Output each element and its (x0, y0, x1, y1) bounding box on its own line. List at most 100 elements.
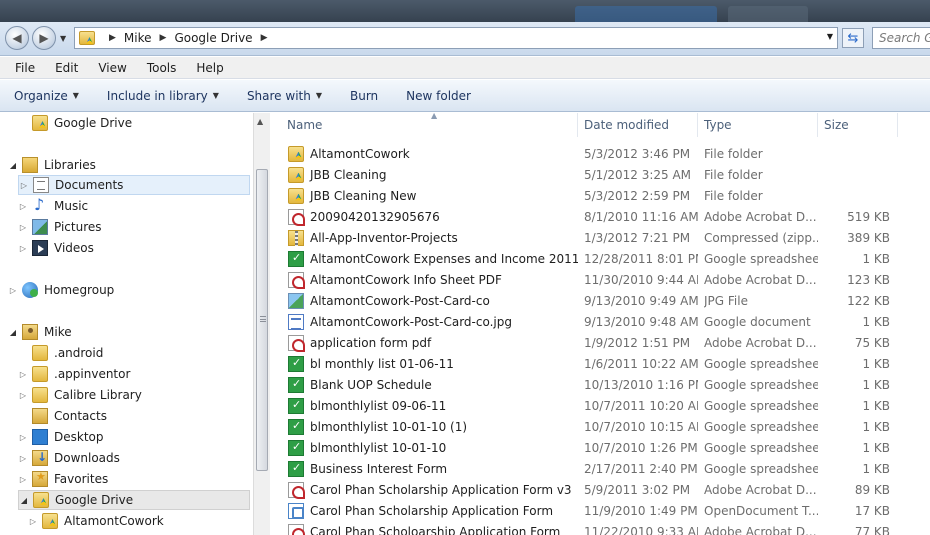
file-row[interactable]: All-App-Inventor-Projects 1/3/2012 7:21 P… (271, 227, 930, 248)
column-header-size[interactable]: Size (818, 113, 898, 137)
breadcrumb-mike[interactable]: Mike (124, 31, 152, 45)
nav-item-altamontcowork[interactable]: ▷ AltamontCowork (28, 511, 164, 531)
file-name-cell[interactable]: JBB Cleaning New (288, 185, 578, 206)
file-row[interactable]: Carol Phan Scholoarship Application Form… (271, 521, 930, 535)
file-row[interactable]: Carol Phan Scholarship Application Form … (271, 479, 930, 500)
breadcrumb-chevron-icon[interactable]: ▶ (109, 33, 116, 43)
collapsed-triangle-icon[interactable]: ▷ (18, 391, 28, 400)
collapsed-triangle-icon[interactable]: ▷ (18, 244, 28, 253)
collapsed-triangle-icon[interactable]: ▷ (18, 475, 28, 484)
file-row[interactable]: JBB Cleaning 5/1/2012 3:25 AM File folder (271, 164, 930, 185)
search-input[interactable]: Search Go (872, 27, 930, 49)
file-name-cell[interactable]: AltamontCowork-Post-Card-co (288, 290, 578, 311)
collapsed-triangle-icon[interactable]: ▷ (18, 433, 28, 442)
navigation-scrollbar[interactable]: ▲ (253, 113, 270, 535)
breadcrumb-chevron-icon[interactable]: ▶ (261, 33, 268, 43)
file-row[interactable]: AltamontCowork-Post-Card-co 9/13/2010 9:4… (271, 290, 930, 311)
file-name-cell[interactable]: bl monthly list 01-06-11 (288, 353, 578, 374)
file-row[interactable]: 20090420132905676 8/1/2010 11:16 AM Adobe … (271, 206, 930, 227)
file-row[interactable]: blmonthlylist 10-01-10 10/7/2010 1:26 PM G… (271, 437, 930, 458)
file-name-cell[interactable]: JBB Cleaning (288, 164, 578, 185)
nav-item-google-drive[interactable]: ◢ Google Drive (18, 490, 250, 510)
file-row[interactable]: blmonthlylist 10-01-10 (1) 10/7/2010 10:1… (271, 416, 930, 437)
column-header-type[interactable]: Type (698, 113, 818, 137)
file-name-cell[interactable]: Carol Phan Scholoarship Application Form (288, 521, 578, 535)
column-header-date[interactable]: Date modified (578, 113, 698, 137)
file-name: blmonthlylist 10-01-10 (1) (310, 419, 468, 434)
file-name-cell[interactable]: Business Interest Form (288, 458, 578, 479)
organize-button[interactable]: Organize ▼ (14, 89, 79, 103)
recent-pages-dropdown-icon[interactable]: ▼ (60, 34, 66, 43)
nav-item-favorites[interactable]: ▷ Favorites (18, 469, 108, 489)
breadcrumb-chevron-icon[interactable]: ▶ (160, 33, 167, 43)
collapsed-triangle-icon[interactable]: ▷ (28, 517, 38, 526)
scroll-up-icon[interactable]: ▲ (257, 117, 263, 126)
menu-tools[interactable]: Tools (144, 60, 180, 76)
nav-item-music[interactable]: ▷ Music (18, 195, 88, 216)
file-name-cell[interactable]: application form pdf (288, 332, 578, 353)
collapsed-triangle-icon[interactable]: ▷ (18, 223, 28, 232)
address-bar[interactable]: ▶ Mike ▶ Google Drive ▶ ▼ (74, 27, 838, 49)
nav-item-libraries[interactable]: ◢ Libraries (8, 155, 96, 175)
nav-item-calibre-library[interactable]: ▷ Calibre Library (18, 385, 142, 405)
collapsed-triangle-icon[interactable]: ▷ (18, 202, 28, 211)
burn-button[interactable]: Burn (350, 89, 378, 103)
expanded-triangle-icon[interactable]: ◢ (8, 328, 18, 337)
file-name-cell[interactable]: AltamontCowork (288, 143, 578, 164)
menu-file[interactable]: File (12, 60, 38, 76)
collapsed-triangle-icon[interactable]: ▷ (8, 286, 18, 295)
nav-item-desktop[interactable]: ▷ Desktop (18, 427, 104, 447)
nav-item-videos[interactable]: ▷ Videos (18, 238, 94, 258)
file-name-cell[interactable]: AltamontCowork Expenses and Income 2011 (288, 248, 578, 269)
nav-item-appinventor[interactable]: ▷ .appinventor (18, 364, 130, 384)
file-row[interactable]: AltamontCowork 5/3/2012 3:46 PM File folde… (271, 143, 930, 164)
file-row[interactable]: JBB Cleaning New 5/3/2012 2:59 PM File fol… (271, 185, 930, 206)
file-name-cell[interactable]: 20090420132905676 (288, 206, 578, 227)
nav-item-pictures[interactable]: ▷ Pictures (18, 217, 102, 237)
column-header-name[interactable]: Name ▲ (281, 113, 578, 137)
back-button[interactable]: ◀ (5, 26, 29, 50)
file-name-cell[interactable]: blmonthlylist 10-01-10 (288, 437, 578, 458)
menu-edit[interactable]: Edit (52, 60, 81, 76)
file-row[interactable]: blmonthlylist 09-06-11 10/7/2011 10:20 AM… (271, 395, 930, 416)
file-name-cell[interactable]: Blank UOP Schedule (288, 374, 578, 395)
file-name-cell[interactable]: blmonthlylist 09-06-11 (288, 395, 578, 416)
file-row[interactable]: AltamontCowork Expenses and Income 2011 1… (271, 248, 930, 269)
menu-help[interactable]: Help (193, 60, 226, 76)
collapsed-triangle-icon[interactable]: ▷ (19, 181, 29, 190)
file-name-cell[interactable]: Carol Phan Scholarship Application Form (288, 500, 578, 521)
file-row[interactable]: AltamontCowork Info Sheet PDF 11/30/2010 … (271, 269, 930, 290)
nav-item-homegroup[interactable]: ▷ Homegroup (8, 280, 114, 300)
nav-item-documents[interactable]: ▷ Documents (18, 175, 250, 195)
scrollbar-thumb[interactable] (256, 169, 268, 471)
file-row[interactable]: Business Interest Form 2/17/2011 2:40 PM G… (271, 458, 930, 479)
nav-item-google-drive-favorite[interactable]: Google Drive (18, 113, 132, 133)
file-row[interactable]: bl monthly list 01-06-11 1/6/2011 10:22 A… (271, 353, 930, 374)
include-in-library-button[interactable]: Include in library ▼ (107, 89, 219, 103)
file-row[interactable]: Blank UOP Schedule 10/13/2010 1:16 PM Goog… (271, 374, 930, 395)
file-name-cell[interactable]: AltamontCowork Info Sheet PDF (288, 269, 578, 290)
expanded-triangle-icon[interactable]: ◢ (8, 161, 18, 170)
breadcrumb-google-drive[interactable]: Google Drive (174, 31, 252, 45)
collapsed-triangle-icon[interactable]: ▷ (18, 370, 28, 379)
nav-item-mike[interactable]: ◢ Mike (8, 322, 72, 342)
nav-item-android[interactable]: .android (18, 343, 103, 363)
expanded-triangle-icon[interactable]: ◢ (19, 496, 29, 505)
refresh-button[interactable]: ⇆ (842, 28, 864, 48)
menu-view[interactable]: View (95, 60, 129, 76)
file-name-cell[interactable]: AltamontCowork-Post-Card-co.jpg (288, 311, 578, 332)
back-arrow-icon: ◀ (12, 31, 22, 45)
collapsed-triangle-icon[interactable]: ▷ (18, 454, 28, 463)
share-with-button[interactable]: Share with ▼ (247, 89, 322, 103)
file-name-cell[interactable]: blmonthlylist 10-01-10 (1) (288, 416, 578, 437)
forward-button[interactable]: ▶ (32, 26, 56, 50)
new-folder-button[interactable]: New folder (406, 89, 471, 103)
file-row[interactable]: AltamontCowork-Post-Card-co.jpg 9/13/2010… (271, 311, 930, 332)
file-row[interactable]: Carol Phan Scholarship Application Form 1… (271, 500, 930, 521)
file-row[interactable]: application form pdf 1/9/2012 1:51 PM Adob… (271, 332, 930, 353)
nav-item-contacts[interactable]: Contacts (18, 406, 107, 426)
file-name-cell[interactable]: All-App-Inventor-Projects (288, 227, 578, 248)
file-name-cell[interactable]: Carol Phan Scholarship Application Form … (288, 479, 578, 500)
nav-item-downloads[interactable]: ▷ Downloads (18, 448, 120, 468)
address-dropdown-icon[interactable]: ▼ (827, 32, 833, 41)
